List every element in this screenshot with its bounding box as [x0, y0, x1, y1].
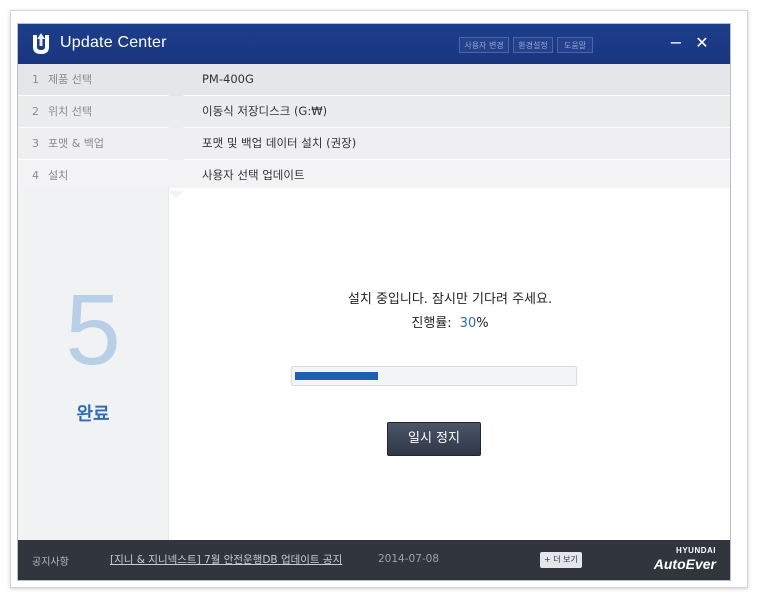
footer-bar: 공지사항 [지니 & 지니넥스트] 7월 안전운행DB 업데이트 공지 2014… [18, 540, 730, 580]
notice-date: 2014-07-08 [378, 553, 440, 565]
change-user-button[interactable]: 사용자 변경 [459, 37, 509, 53]
step-value: 사용자 선택 업데이트 [202, 168, 305, 182]
minimize-button[interactable]: − [666, 33, 686, 53]
step-arrow [168, 191, 184, 198]
progress-label: 진행률: [411, 316, 452, 331]
title-bar[interactable]: Update Center 사용자 변경 환경설정 도움말 − ✕ [18, 24, 730, 64]
app-title: Update Center [60, 34, 167, 51]
notice-label: 공지사항 [32, 557, 69, 568]
progress-bar-fill [295, 372, 378, 380]
settings-button[interactable]: 환경설정 [513, 37, 553, 53]
current-step-label: 완료 [76, 404, 110, 425]
step-value: 이동식 저장디스크 (G:₩) [202, 104, 328, 118]
update-center-window: Update Center 사용자 변경 환경설정 도움말 − ✕ 1 제품 선택… [17, 23, 731, 581]
step-value: PM-400G [202, 72, 254, 86]
close-icon: ✕ [695, 33, 709, 52]
step-label: 3 포맷 & 백업 [32, 137, 105, 150]
current-step-number: 5 [65, 274, 121, 386]
progress-readout: 진행률: 30% [169, 312, 730, 331]
install-message: 설치 중입니다. 잠시만 기다려 주세요. [347, 292, 553, 307]
pause-button[interactable]: 일시 정지 [387, 422, 481, 456]
progress-bar [291, 366, 577, 386]
step-label: 4 설치 [32, 169, 69, 182]
more-button[interactable]: + 더 보기 [540, 552, 582, 568]
step-row-1: 1 제품 선택 PM-400G [18, 64, 730, 96]
minimize-icon: − [669, 33, 683, 52]
step-row-2: 2 위치 선택 이동식 저장디스크 (G:₩) [18, 96, 730, 128]
notice-link[interactable]: [지니 & 지니넥스트] 7월 안전운행DB 업데이트 공지 [110, 552, 342, 567]
update-logo-icon [33, 33, 49, 54]
install-panel: 설치 중입니다. 잠시만 기다려 주세요. 진행률: 30% 일시 정지 [168, 188, 730, 540]
close-button[interactable]: ✕ [692, 33, 712, 53]
step-row-3: 3 포맷 & 백업 포맷 및 백업 데이터 설치 (권장) [18, 128, 730, 160]
step-label: 2 위치 선택 [32, 105, 92, 118]
brand-logo-top: HYUNDAI [676, 546, 716, 555]
step-label: 1 제품 선택 [32, 73, 92, 86]
progress-value: 30 [459, 316, 477, 331]
step-value: 포맷 및 백업 데이터 설치 (권장) [202, 136, 357, 150]
current-step-panel: 5 완료 [18, 188, 168, 540]
help-button[interactable]: 도움말 [557, 37, 593, 53]
brand-logo: AutoEver [653, 556, 716, 572]
progress-unit: % [476, 316, 489, 331]
